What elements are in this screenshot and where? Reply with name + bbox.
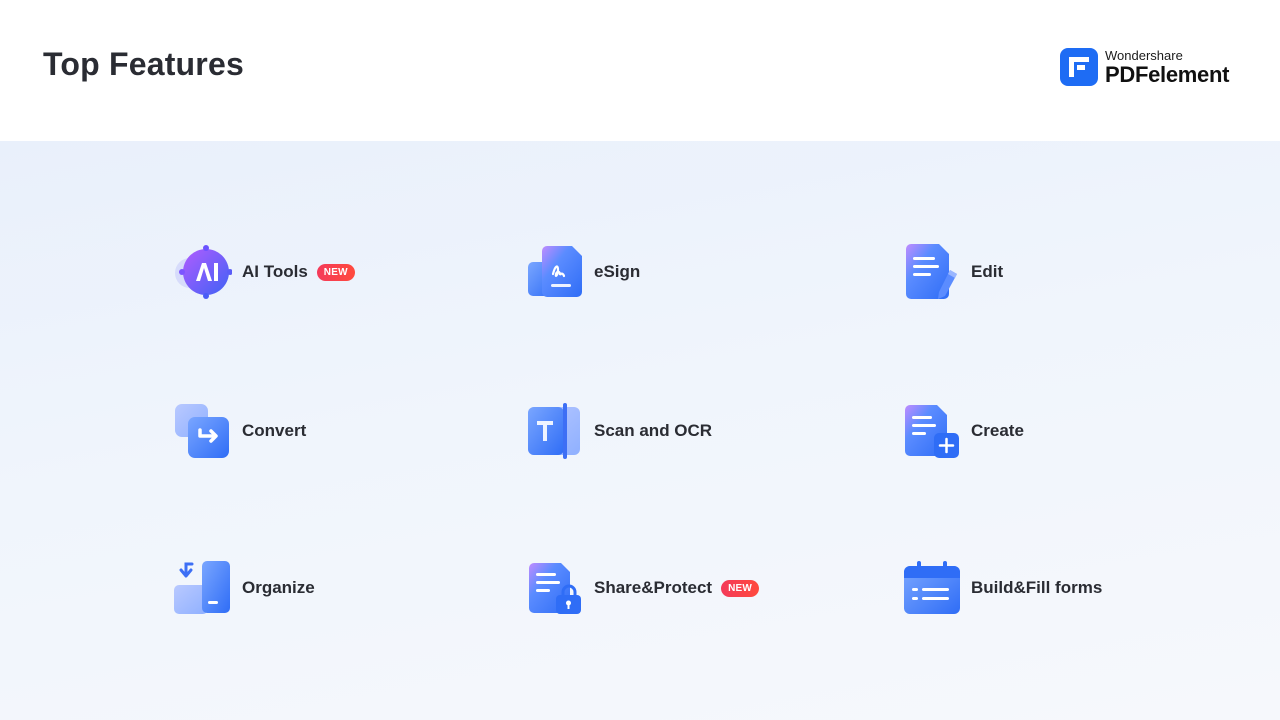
feature-label: Edit [971, 262, 1004, 281]
brand-company: Wondershare [1105, 47, 1183, 63]
feature-label: Create [971, 421, 1024, 440]
esign-icon [528, 246, 582, 297]
header: Top Features Wondershare PDFelement [0, 0, 1280, 141]
feature-label: Scan and OCR [594, 421, 713, 440]
edit-icon [906, 244, 957, 299]
feature-convert[interactable]: Convert [174, 403, 306, 459]
pdfelement-logo-icon [1060, 48, 1098, 86]
feature-build-fill-forms[interactable]: Build&Fill forms [903, 560, 1102, 616]
new-badge: NEW [316, 263, 355, 281]
feature-organize[interactable]: Organize [174, 560, 315, 616]
scan-ocr-icon [528, 403, 580, 459]
feature-label: Organize [242, 578, 315, 597]
page-title: Top Features [43, 46, 244, 82]
new-badge: NEW [721, 579, 760, 597]
build-fill-forms-icon [904, 561, 960, 614]
feature-scan-ocr[interactable]: Scan and OCR [526, 403, 712, 459]
brand-product: PDFelement [1105, 61, 1230, 87]
share-protect-icon [529, 563, 581, 614]
create-icon [905, 405, 959, 458]
feature-edit[interactable]: Edit [903, 244, 1003, 300]
feature-ai-tools[interactable]: AI Tools NEW [174, 244, 355, 300]
feature-label: eSign [594, 262, 641, 281]
brand[interactable]: Wondershare PDFelement [1060, 47, 1229, 87]
feature-label: Convert [242, 421, 307, 440]
feature-label: Build&Fill forms [971, 578, 1103, 597]
feature-label: Share&Protect [594, 578, 713, 597]
organize-icon [174, 561, 230, 614]
ai-tools-icon [175, 245, 232, 299]
feature-share-protect[interactable]: Share&Protect NEW [526, 560, 760, 616]
features-panel: AI Tools NEW eSign Edit Convert Scan and… [0, 141, 1280, 720]
feature-esign[interactable]: eSign [526, 244, 640, 300]
convert-icon [175, 404, 229, 458]
feature-create[interactable]: Create [903, 403, 1024, 459]
feature-label: AI Tools [242, 262, 308, 281]
